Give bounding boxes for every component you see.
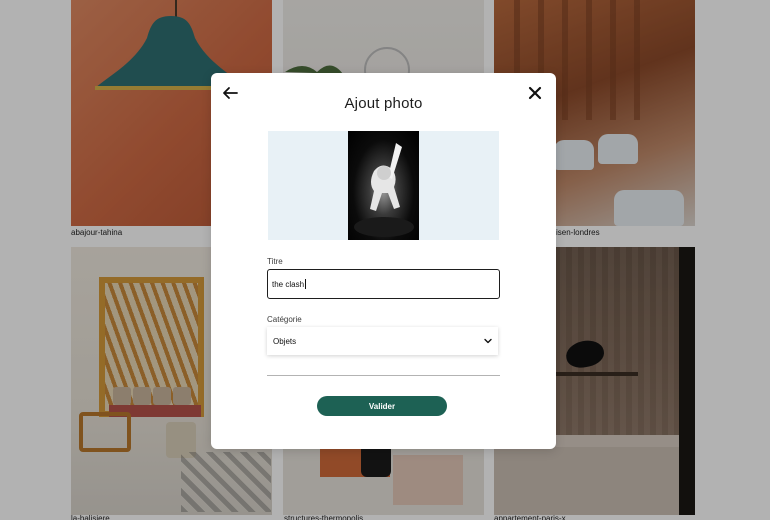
title-label: Titre bbox=[267, 257, 283, 266]
text-cursor bbox=[305, 279, 307, 289]
category-select[interactable]: Objets bbox=[267, 327, 498, 355]
modal-title: Ajout photo bbox=[344, 95, 423, 112]
photo-preview bbox=[268, 131, 499, 240]
category-selected-value: Objets bbox=[273, 336, 297, 346]
submit-button[interactable]: Valider bbox=[317, 396, 447, 416]
title-input[interactable]: the clash bbox=[267, 269, 500, 299]
title-input-value: the clash bbox=[272, 279, 305, 289]
uploaded-photo bbox=[348, 131, 419, 240]
add-photo-modal: Ajout photo Titre the clash Catégorie Ob… bbox=[211, 73, 556, 449]
category-label: Catégorie bbox=[267, 315, 302, 324]
chevron-down-icon bbox=[484, 338, 492, 344]
form-divider bbox=[267, 375, 500, 376]
